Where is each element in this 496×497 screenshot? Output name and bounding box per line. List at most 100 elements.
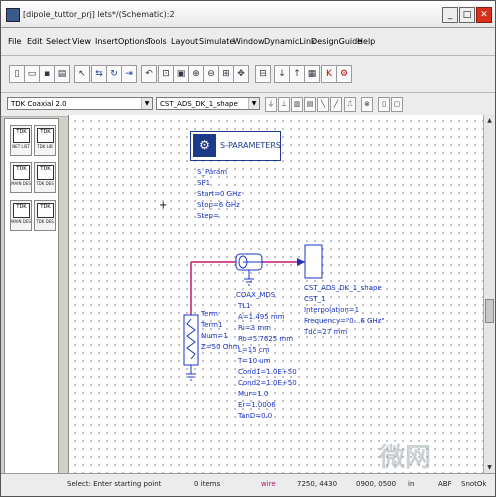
param-line: SP1 — [197, 179, 211, 187]
menu-edit[interactable]: Edit — [27, 37, 43, 46]
scrollbar-thumb[interactable] — [485, 299, 494, 323]
status-cmd: ABF — [438, 480, 452, 488]
push-icon[interactable]: ↓ — [274, 65, 290, 83]
menu-help[interactable]: Help — [357, 37, 375, 46]
title-bar: [dipole_tuttor_prj] lets*/(Schematic):2 … — [1, 1, 495, 28]
zoom-in-icon[interactable]: ⊕ — [188, 65, 204, 83]
palette-item[interactable]: TDK TDK LIB — [34, 125, 56, 156]
cst-params: CST_ADS_DK_1_shape CST_1 Interpolation=1… — [304, 283, 385, 338]
menu-dynamiclink[interactable]: DynamicLink — [264, 37, 316, 46]
param-line: Term1 — [201, 321, 223, 329]
palette-item[interactable]: TDK MAIN DES — [10, 200, 32, 231]
maximize-button[interactable]: □ — [459, 7, 475, 23]
palette-select[interactable]: TDK Coaxial 2.0 ▼ — [7, 97, 153, 110]
component-palette: TDK NET LIST TDK TDK LIB TDK MAIN DES TD… — [4, 118, 59, 474]
menu-view[interactable]: View — [72, 37, 91, 46]
wire-label-icon[interactable]: ▤ — [304, 97, 316, 112]
component-icon[interactable]: K — [321, 65, 337, 83]
menu-layout[interactable]: Layout — [171, 37, 198, 46]
menu-designguide[interactable]: DesignGuide — [311, 37, 362, 46]
port-icon[interactable]: ⊥ — [278, 97, 290, 112]
mirror-icon[interactable]: ⇆ — [91, 65, 107, 83]
tune-icon[interactable]: ⎍ — [344, 97, 356, 112]
scroll-up-icon[interactable]: ▲ — [485, 116, 494, 125]
minimize-button[interactable]: _ — [442, 7, 458, 23]
close-button[interactable]: ✕ — [476, 7, 492, 23]
param-line: TL1 — [238, 302, 251, 310]
tdk-component-icon: TDK — [13, 128, 30, 143]
rotate-icon[interactable]: ↻ — [106, 65, 122, 83]
var-icon[interactable]: ▥ — [291, 97, 303, 112]
palette-item-label: TDK DES — [36, 181, 54, 186]
param-line: Mur=1.0 — [238, 390, 269, 398]
zoom-area-icon[interactable]: ▣ — [173, 65, 189, 83]
palette-item[interactable]: TDK NET LIST — [10, 125, 32, 156]
param-line: Z=50 Ohm — [201, 343, 240, 351]
param-line: L=15 cm — [238, 346, 270, 354]
status-message: Select: Enter starting point — [67, 480, 162, 488]
palette-item-label: TDK LIB — [37, 144, 53, 149]
param-line: Er=1.0006 — [238, 401, 276, 409]
param-line: Term — [201, 310, 218, 318]
palette-item[interactable]: TDK TDK DES — [34, 200, 56, 231]
watermark: 微网 — [379, 443, 432, 473]
open-icon[interactable]: ▭ — [24, 65, 40, 83]
save-icon[interactable]: ▪ — [39, 65, 55, 83]
component-select[interactable]: CST_ADS_DK_1_shape ▼ — [156, 97, 260, 110]
zoom-out-icon[interactable]: ⊖ — [203, 65, 219, 83]
param-line: T=10 um — [238, 357, 271, 365]
net-icon[interactable]: ⊟ — [255, 65, 271, 83]
palette-item[interactable]: TDK MAIN DES — [10, 162, 32, 193]
coax-label: COAX_MDS — [236, 291, 276, 299]
pan-icon[interactable]: ✥ — [233, 65, 249, 83]
tdk-component-icon: TDK — [13, 203, 30, 218]
menu-insert[interactable]: Insert — [95, 37, 118, 46]
param-line: Step= — [197, 212, 219, 220]
insert-wire-icon[interactable]: ╱ — [330, 97, 342, 112]
layout-icon[interactable]: ▢ — [391, 97, 403, 112]
wire-icon[interactable]: ╲ — [317, 97, 329, 112]
param-line: Num=1 — [201, 332, 228, 340]
undo-icon[interactable]: ↶ — [141, 65, 157, 83]
move-icon[interactable]: ⇥ — [121, 65, 137, 83]
tdk-component-icon: TDK — [37, 165, 54, 180]
zoom-window-icon[interactable]: ⊞ — [218, 65, 234, 83]
s-parameters-title: S-PARAMETERS — [220, 141, 281, 150]
pop-icon[interactable]: ↑ — [289, 65, 305, 83]
status-coords: 7250, 4430 — [297, 480, 338, 488]
scroll-down-icon[interactable]: ▼ — [485, 463, 494, 472]
deactivate-icon[interactable]: ⊗ — [361, 97, 373, 112]
menu-select[interactable]: Select — [46, 37, 71, 46]
component-select-value: CST_ADS_DK_1_shape — [160, 100, 238, 108]
palette-toolbar: TDK Coaxial 2.0 ▼ CST_ADS_DK_1_shape ▼ ⏚… — [1, 93, 495, 117]
sparam-params: S_Param SP1 Start=0 GHz Stop=6 GHz Step= — [197, 167, 241, 222]
s-parameters-block[interactable]: ⚙ S-PARAMETERS — [190, 131, 281, 161]
main-toolbar: ▯ ▭ ▪ ▤ ↖ ⇆ ↻ ⇥ ↶ ⊡ ▣ ⊕ ⊖ ⊞ ✥ ⊟ ↓ ↑ ▦ K … — [1, 56, 495, 93]
status-delta: 0900, 0500 — [356, 480, 397, 488]
menu-tools[interactable]: Tools — [147, 37, 167, 46]
snap-icon[interactable]: ▯ — [378, 97, 390, 112]
tdk-component-icon: TDK — [37, 128, 54, 143]
chevron-down-icon[interactable]: ▼ — [141, 98, 152, 109]
term-params: Term Term1 Num=1 Z=50 Ohm — [201, 309, 240, 353]
grid-icon[interactable]: ▦ — [304, 65, 320, 83]
chevron-down-icon[interactable]: ▼ — [248, 98, 259, 109]
menu-simulate[interactable]: Simulate — [199, 37, 234, 46]
print-icon[interactable]: ▤ — [54, 65, 70, 83]
cursor-icon[interactable]: ↖ — [74, 65, 90, 83]
param-line: TanD=0.0 — [238, 412, 273, 420]
zoom-fit-icon[interactable]: ⊡ — [158, 65, 174, 83]
palette-item[interactable]: TDK TDK DES — [34, 162, 56, 193]
menu-options[interactable]: Options — [118, 37, 149, 46]
menu-file[interactable]: File — [8, 37, 21, 46]
menu-window[interactable]: Window — [233, 37, 265, 46]
palette-item-label: MAIN DES — [11, 219, 31, 224]
new-icon[interactable]: ▯ — [9, 65, 25, 83]
simulate-icon[interactable]: ⚙ — [336, 65, 352, 83]
vertical-scrollbar[interactable]: ▲ ▼ — [483, 115, 495, 473]
ground-icon[interactable]: ⏚ — [265, 97, 277, 112]
palette-item-label: MAIN DES — [11, 181, 31, 186]
status-bar: Select: Enter starting point 0 items wir… — [1, 473, 495, 496]
param-line: CST_ADS_DK_1_shape — [304, 284, 382, 292]
param-line: Tdc=27 mm — [304, 328, 348, 336]
